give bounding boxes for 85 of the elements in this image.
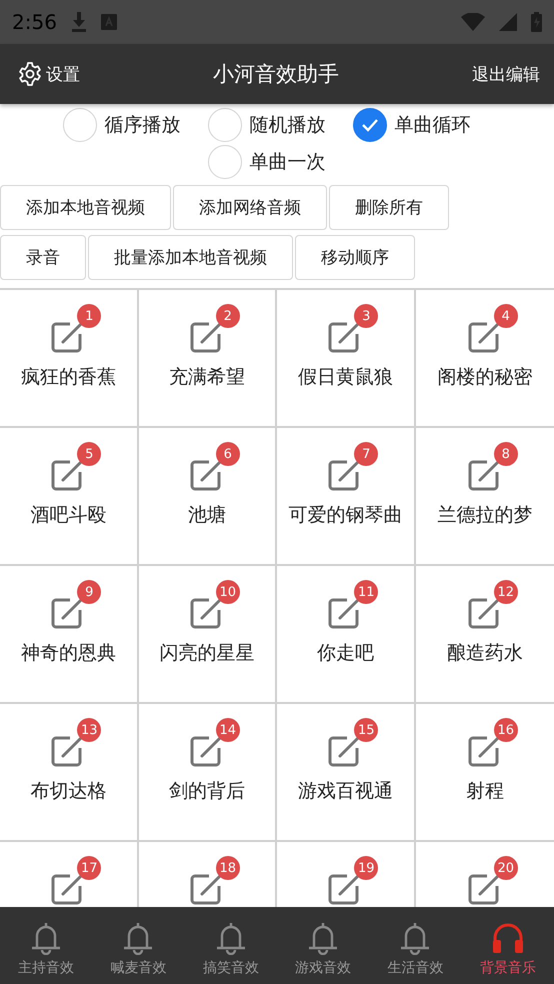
bell-icon	[399, 920, 432, 954]
sound-label: 酿造药水	[446, 641, 523, 666]
bell-icon	[30, 920, 62, 954]
number-badge: 8	[494, 442, 518, 466]
number-badge: 9	[77, 580, 102, 604]
bell-icon	[307, 920, 340, 954]
action-button[interactable]: 添加本地音视频	[0, 185, 171, 230]
sound-label: 神奇的恩典	[20, 641, 116, 666]
wifi-icon	[461, 13, 485, 31]
action-button[interactable]: 批量添加本地音视频	[88, 235, 293, 280]
nav-tab[interactable]: 游戏音效	[276, 907, 370, 984]
number-badge: 5	[77, 442, 102, 466]
bell-icon	[214, 920, 247, 954]
number-badge: 12	[494, 580, 518, 604]
sound-label: 充满希望	[168, 365, 245, 390]
sound-tile[interactable]: 11 你走吧	[277, 566, 416, 704]
sound-tile[interactable]: 8 兰德拉的梦	[416, 428, 554, 566]
number-badge: 7	[354, 442, 378, 466]
nav-tab[interactable]: 搞笑音效	[184, 907, 277, 984]
sound-tile[interactable]: 10 闪亮的星星	[138, 566, 277, 704]
number-badge: 16	[494, 718, 518, 742]
sound-tile[interactable]: 2 充满希望	[138, 290, 277, 428]
sound-label: 你走吧	[316, 641, 374, 666]
sound-tile[interactable]: 3 假日黄鼠狼	[277, 290, 416, 428]
status-time: 2:56	[12, 10, 57, 34]
sound-label: 可爱的钢琴曲	[288, 503, 402, 528]
download-icon	[70, 12, 87, 32]
nav-tab[interactable]: 喊麦音效	[92, 907, 185, 984]
sound-label: 布切达格	[30, 779, 106, 804]
number-badge: 3	[354, 304, 378, 328]
settings-button[interactable]: 设置	[18, 62, 80, 86]
sound-tile[interactable]: 7 可爱的钢琴曲	[277, 428, 416, 566]
sound-label: 池塘	[188, 503, 226, 528]
number-badge: 11	[354, 580, 378, 604]
action-button[interactable]: 删除所有	[329, 185, 449, 230]
sound-label: 酒吧斗殴	[30, 503, 106, 528]
sound-label: 假日黄鼠狼	[298, 365, 393, 390]
sound-tile[interactable]: 6 池塘	[138, 428, 277, 566]
number-badge: 1	[77, 304, 102, 328]
sound-tile[interactable]: 5 酒吧斗殴	[0, 428, 138, 566]
keyboard-app-icon	[100, 14, 117, 30]
action-button[interactable]: 移动顺序	[295, 235, 415, 280]
play-mode-option[interactable]: 单曲循环	[352, 106, 492, 143]
play-mode-option[interactable]: 单曲一次	[208, 143, 346, 180]
number-badge: 14	[216, 718, 240, 742]
sound-label: 闪亮的星星	[159, 641, 254, 666]
exit-edit-button[interactable]: 退出编辑	[472, 62, 540, 86]
number-badge: 10	[216, 580, 240, 604]
number-badge: 17	[77, 856, 102, 880]
sound-tile[interactable]: 12 酿造药水	[416, 566, 554, 704]
number-badge: 6	[216, 442, 240, 466]
number-badge: 2	[216, 304, 240, 328]
number-badge: 19	[354, 856, 378, 880]
check-icon	[360, 118, 378, 132]
number-badge: 20	[494, 856, 518, 880]
number-badge: 13	[77, 718, 102, 742]
nav-tab[interactable]: 主持音效	[0, 907, 92, 984]
action-button[interactable]: 添加网络音频	[173, 185, 327, 230]
sound-tile[interactable]: 9 神奇的恩典	[0, 566, 138, 704]
signal-icon	[499, 13, 517, 31]
sound-tile[interactable]: 14 剑的背后	[138, 704, 277, 842]
sound-tile[interactable]: 16 射程	[416, 704, 554, 842]
action-button[interactable]: 录音	[0, 235, 86, 280]
headphones-icon	[490, 920, 525, 954]
sound-tile[interactable]: 15 游戏百视通	[277, 704, 416, 842]
bell-icon	[122, 920, 154, 954]
nav-tab[interactable]: 生活音效	[369, 907, 462, 984]
number-badge: 18	[216, 856, 240, 880]
play-mode-option[interactable]: 随机播放	[208, 106, 346, 143]
number-badge: 4	[494, 304, 518, 328]
sound-label: 兰德拉的梦	[437, 503, 532, 528]
sound-tile[interactable]: 13 布切达格	[0, 704, 138, 842]
app-title: 小河音效助手	[212, 61, 340, 88]
play-mode-option[interactable]: 循序播放	[62, 106, 202, 143]
sound-tile[interactable]: 1 疯狂的香蕉	[0, 290, 138, 428]
sound-label: 游戏百视通	[298, 779, 393, 804]
sound-tile[interactable]: 4 阁楼的秘密	[416, 290, 554, 428]
radio-button[interactable]	[352, 108, 386, 142]
number-badge: 15	[354, 718, 378, 742]
sound-label: 射程	[466, 779, 504, 804]
sound-label: 阁楼的秘密	[437, 365, 532, 390]
sound-label: 剑的背后	[168, 779, 245, 804]
gear-icon	[18, 62, 42, 86]
sound-label: 疯狂的香蕉	[20, 365, 116, 390]
battery-icon	[531, 12, 542, 32]
